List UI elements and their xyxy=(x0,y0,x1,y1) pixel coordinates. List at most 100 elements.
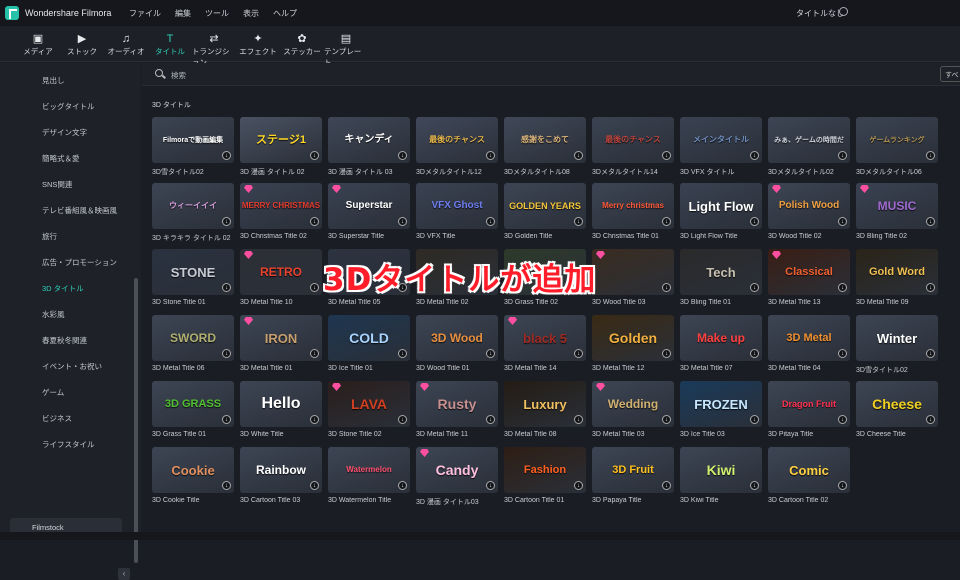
title-thumbnail[interactable]: Rusty ↓ xyxy=(416,381,498,427)
download-icon[interactable]: ↓ xyxy=(486,415,495,424)
download-icon[interactable]: ↓ xyxy=(750,349,759,358)
tab-stock[interactable]: ▶ ストック xyxy=(60,26,104,61)
title-thumbnail[interactable]: Wedding ↓ xyxy=(592,381,674,427)
document-title[interactable]: タイトルなし xyxy=(796,8,844,19)
download-icon[interactable]: ↓ xyxy=(310,151,319,160)
download-icon[interactable]: ↓ xyxy=(486,217,495,226)
download-icon[interactable]: ↓ xyxy=(662,151,671,160)
sidebar-item-category[interactable]: 水彩風 xyxy=(42,309,65,320)
tab-transition[interactable]: ⇄トランジション xyxy=(192,26,236,67)
title-thumbnail[interactable]: Light Flow ↓ xyxy=(680,183,762,229)
tab-sticker[interactable]: ✿ ステッカー xyxy=(280,26,324,61)
download-icon[interactable]: ↓ xyxy=(750,481,759,490)
title-thumbnail[interactable]: Watermelon ↓ xyxy=(328,447,410,493)
title-thumbnail[interactable]: Cookie ↓ xyxy=(152,447,234,493)
download-icon[interactable]: ↓ xyxy=(486,349,495,358)
download-icon[interactable]: ↓ xyxy=(398,151,407,160)
sidebar-item-category[interactable]: デザイン文字 xyxy=(42,127,87,138)
title-thumbnail[interactable]: Tech ↓ xyxy=(680,249,762,295)
download-icon[interactable]: ↓ xyxy=(750,151,759,160)
sidebar-item-category[interactable]: 旅行 xyxy=(42,231,57,242)
download-icon[interactable]: ↓ xyxy=(486,481,495,490)
title-thumbnail[interactable]: Comic ↓ xyxy=(768,447,850,493)
title-thumbnail[interactable]: みぁ、ゲームの時間だ ↓ xyxy=(768,117,850,163)
title-thumbnail[interactable]: Cheese ↓ xyxy=(856,381,938,427)
title-thumbnail[interactable]: 3D Fruit ↓ xyxy=(592,447,674,493)
download-icon[interactable]: ↓ xyxy=(222,481,231,490)
title-thumbnail[interactable]: COLD ↓ xyxy=(328,315,410,361)
title-thumbnail[interactable]: IRON ↓ xyxy=(240,315,322,361)
menu-help[interactable]: ヘルプ xyxy=(273,8,297,19)
title-thumbnail[interactable]: GOLDEN YEARS ↓ xyxy=(504,183,586,229)
title-thumbnail[interactable]: Candy ↓ xyxy=(416,447,498,493)
title-thumbnail[interactable]: Superstar ↓ xyxy=(328,183,410,229)
title-thumbnail[interactable]: ウィーイイイ ↓ xyxy=(152,183,234,229)
title-thumbnail[interactable]: MERRY CHRISTMAS ↓ xyxy=(240,183,322,229)
download-icon[interactable]: ↓ xyxy=(750,217,759,226)
download-icon[interactable]: ↓ xyxy=(662,481,671,490)
title-thumbnail[interactable]: Winter ↓ xyxy=(856,315,938,361)
title-thumbnail[interactable]: Kiwi ↓ xyxy=(680,447,762,493)
search-input[interactable]: 検索 xyxy=(171,70,186,81)
download-icon[interactable]: ↓ xyxy=(926,151,935,160)
sidebar-item-category[interactable]: 広告・プロモーション xyxy=(42,257,117,268)
download-icon[interactable]: ↓ xyxy=(838,217,847,226)
download-icon[interactable]: ↓ xyxy=(310,481,319,490)
title-thumbnail[interactable]: Golden ↓ xyxy=(592,315,674,361)
title-thumbnail[interactable]: SWORD ↓ xyxy=(152,315,234,361)
tab-audio[interactable]: ♫ オーディオ xyxy=(104,26,148,61)
menu-view[interactable]: 表示 xyxy=(243,8,259,19)
sidebar-item-category[interactable]: 見出し xyxy=(42,75,65,86)
title-thumbnail[interactable]: 3D GRASS ↓ xyxy=(152,381,234,427)
title-thumbnail[interactable]: Luxury ↓ xyxy=(504,381,586,427)
document-status-icon[interactable] xyxy=(839,7,848,16)
download-icon[interactable]: ↓ xyxy=(838,349,847,358)
title-thumbnail[interactable]: 最後のチャンス ↓ xyxy=(416,117,498,163)
download-icon[interactable]: ↓ xyxy=(662,217,671,226)
title-thumbnail[interactable]: STONE ↓ xyxy=(152,249,234,295)
title-thumbnail[interactable]: Fashion ↓ xyxy=(504,447,586,493)
download-icon[interactable]: ↓ xyxy=(838,481,847,490)
download-icon[interactable]: ↓ xyxy=(310,349,319,358)
sidebar-item-category[interactable]: イベント・お祝い xyxy=(42,361,102,372)
title-thumbnail[interactable]: Gold Word ↓ xyxy=(856,249,938,295)
download-icon[interactable]: ↓ xyxy=(398,349,407,358)
download-icon[interactable]: ↓ xyxy=(750,415,759,424)
title-thumbnail[interactable]: 最後のチャンス ↓ xyxy=(592,117,674,163)
tab-effect[interactable]: ✦ エフェクト xyxy=(236,26,280,61)
sidebar-item-category[interactable]: ゲーム xyxy=(42,387,64,398)
sidebar-item-category[interactable]: ライフスタイル xyxy=(42,439,95,450)
download-icon[interactable]: ↓ xyxy=(838,151,847,160)
download-icon[interactable]: ↓ xyxy=(486,151,495,160)
tab-template[interactable]: ▤テンプレート xyxy=(324,26,368,67)
title-thumbnail[interactable]: 3D Wood ↓ xyxy=(416,315,498,361)
sidebar-item-category[interactable]: ビッグタイトル xyxy=(42,101,95,112)
title-thumbnail[interactable]: Hello ↓ xyxy=(240,381,322,427)
download-icon[interactable]: ↓ xyxy=(398,481,407,490)
tab-title[interactable]: T タイトル xyxy=(148,26,192,61)
download-icon[interactable]: ↓ xyxy=(398,217,407,226)
title-thumbnail[interactable]: Rainbow ↓ xyxy=(240,447,322,493)
title-thumbnail[interactable]: Filmoraで動画編集 ↓ xyxy=(152,117,234,163)
download-icon[interactable]: ↓ xyxy=(926,217,935,226)
download-icon[interactable]: ↓ xyxy=(574,481,583,490)
download-icon[interactable]: ↓ xyxy=(926,349,935,358)
download-icon[interactable]: ↓ xyxy=(926,415,935,424)
title-thumbnail[interactable]: black 5 ↓ xyxy=(504,315,586,361)
collapse-sidebar-button[interactable]: ‹ xyxy=(118,568,130,580)
menu-edit[interactable]: 編集 xyxy=(175,8,191,19)
title-thumbnail[interactable]: 3D Metal ↓ xyxy=(768,315,850,361)
download-icon[interactable]: ↓ xyxy=(662,283,671,292)
title-thumbnail[interactable]: ゲームランキング ↓ xyxy=(856,117,938,163)
download-icon[interactable]: ↓ xyxy=(222,415,231,424)
download-icon[interactable]: ↓ xyxy=(838,283,847,292)
download-icon[interactable]: ↓ xyxy=(662,415,671,424)
download-icon[interactable]: ↓ xyxy=(838,415,847,424)
title-thumbnail[interactable]: VFX Ghost ↓ xyxy=(416,183,498,229)
filter-all-button[interactable]: すべ xyxy=(940,66,960,82)
title-thumbnail[interactable]: LAVA ↓ xyxy=(328,381,410,427)
download-icon[interactable]: ↓ xyxy=(750,283,759,292)
title-thumbnail[interactable]: ステージ1 ↓ xyxy=(240,117,322,163)
title-thumbnail[interactable]: ↓ xyxy=(592,249,674,295)
title-thumbnail[interactable]: RETRO ↓ xyxy=(240,249,322,295)
